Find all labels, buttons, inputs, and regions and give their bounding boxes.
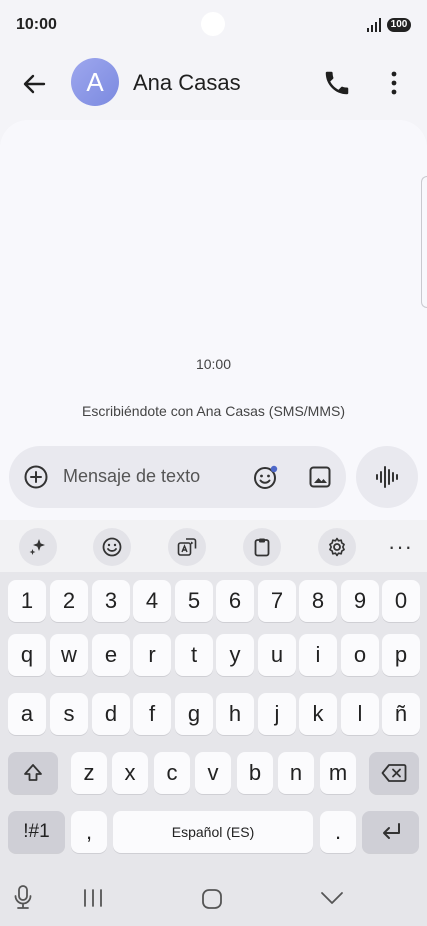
key-w[interactable]: w <box>50 634 88 676</box>
home-icon[interactable] <box>201 888 223 910</box>
camera-cutout <box>201 12 225 36</box>
back-arrow-icon[interactable] <box>18 68 50 100</box>
backspace-icon <box>381 764 407 782</box>
hide-keyboard-icon[interactable] <box>320 890 344 906</box>
gallery-icon[interactable] <box>307 464 333 490</box>
key-9[interactable]: 9 <box>341 580 379 622</box>
key-b[interactable]: b <box>237 752 273 794</box>
key-k[interactable]: k <box>299 693 337 735</box>
key-e[interactable]: e <box>92 634 130 676</box>
key-c[interactable]: c <box>154 752 190 794</box>
waveform-icon <box>376 466 398 488</box>
add-attachment-icon[interactable] <box>23 464 49 490</box>
key-i[interactable]: i <box>299 634 337 676</box>
key-n[interactable]: n <box>278 752 314 794</box>
key-g[interactable]: g <box>175 693 213 735</box>
key-2[interactable]: 2 <box>50 580 88 622</box>
signal-icon <box>367 18 381 32</box>
space-key[interactable]: Español (ES) <box>113 811 313 853</box>
key-5[interactable]: 5 <box>175 580 213 622</box>
key-1[interactable]: 1 <box>8 580 46 622</box>
key-q[interactable]: q <box>8 634 46 676</box>
phone-icon[interactable] <box>322 68 352 98</box>
keyboard: ··· 1 2 3 4 5 6 7 8 9 0 q w e r t y u i … <box>0 520 427 926</box>
recent-apps-icon[interactable] <box>82 888 104 908</box>
avatar[interactable]: A <box>71 58 119 106</box>
status-bar: 10:00 100 <box>0 0 427 50</box>
key-a[interactable]: a <box>8 693 46 735</box>
conversation-info: Escribiéndote con Ana Casas (SMS/MMS) <box>82 403 345 419</box>
key-y[interactable]: y <box>216 634 254 676</box>
key-m[interactable]: m <box>320 752 356 794</box>
key-l[interactable]: l <box>341 693 379 735</box>
emoji-sticker-icon[interactable] <box>253 464 279 490</box>
message-timestamp: 10:00 <box>195 356 232 372</box>
backspace-key[interactable] <box>369 752 419 794</box>
message-composer[interactable]: Mensaje de texto <box>9 446 346 508</box>
clipboard-icon <box>254 538 270 557</box>
key-3[interactable]: 3 <box>92 580 130 622</box>
key-4[interactable]: 4 <box>133 580 171 622</box>
keyboard-toolbar: ··· <box>0 520 427 572</box>
shift-key[interactable] <box>8 752 58 794</box>
navigation-bar <box>0 872 427 926</box>
key-o[interactable]: o <box>341 634 379 676</box>
conversation-area: 10:00 Escribiéndote con Ana Casas (SMS/M… <box>0 120 427 520</box>
symbols-key[interactable]: !#1 <box>8 811 65 853</box>
smiley-icon <box>102 537 122 557</box>
key-7[interactable]: 7 <box>258 580 296 622</box>
key-8[interactable]: 8 <box>299 580 337 622</box>
emoji-button[interactable] <box>93 528 131 566</box>
gear-icon <box>329 537 345 557</box>
conversation-header: A Ana Casas <box>0 50 427 118</box>
enter-icon <box>382 823 400 839</box>
key-t[interactable]: t <box>175 634 213 676</box>
status-time: 10:00 <box>16 16 57 33</box>
message-input[interactable]: Mensaje de texto <box>63 466 200 487</box>
scrollbar-handle[interactable] <box>421 176 427 308</box>
microphone-icon[interactable] <box>13 884 33 910</box>
key-j[interactable]: j <box>258 693 296 735</box>
sparkle-icon <box>29 539 45 555</box>
key-n-tilde[interactable]: ñ <box>382 693 420 735</box>
key-d[interactable]: d <box>92 693 130 735</box>
shift-icon <box>24 764 42 781</box>
more-options-icon[interactable] <box>382 68 406 98</box>
keyboard-settings-button[interactable] <box>318 528 356 566</box>
ai-tools-button[interactable] <box>19 528 57 566</box>
key-s[interactable]: s <box>50 693 88 735</box>
key-u[interactable]: u <box>258 634 296 676</box>
translate-button[interactable] <box>168 528 206 566</box>
key-0[interactable]: 0 <box>382 580 420 622</box>
clipboard-button[interactable] <box>243 528 281 566</box>
battery-icon: 100 <box>387 18 411 32</box>
key-h[interactable]: h <box>216 693 254 735</box>
comma-key[interactable]: , <box>71 811 107 853</box>
toolbar-more-button[interactable]: ··· <box>388 534 413 560</box>
voice-message-button[interactable] <box>356 446 418 508</box>
key-f[interactable]: f <box>133 693 171 735</box>
contact-name[interactable]: Ana Casas <box>133 70 241 96</box>
key-v[interactable]: v <box>195 752 231 794</box>
key-p[interactable]: p <box>382 634 420 676</box>
key-x[interactable]: x <box>112 752 148 794</box>
enter-key[interactable] <box>362 811 419 853</box>
translate-icon <box>177 538 197 556</box>
period-key[interactable]: . <box>320 811 356 853</box>
key-6[interactable]: 6 <box>216 580 254 622</box>
key-z[interactable]: z <box>71 752 107 794</box>
key-r[interactable]: r <box>133 634 171 676</box>
